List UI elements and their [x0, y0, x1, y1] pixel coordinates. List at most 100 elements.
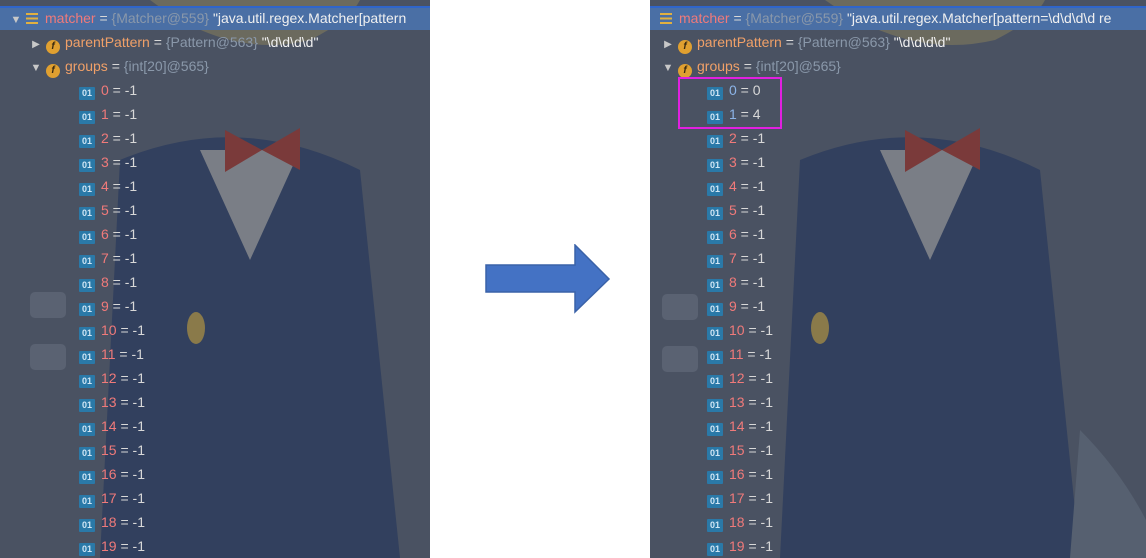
array-item-row[interactable]: 01 16 = -1 — [0, 462, 430, 486]
array-item-row[interactable]: 01 14 = -1 — [0, 414, 430, 438]
equals-sign: = — [736, 178, 753, 194]
array-item-row[interactable]: 01 8 = -1 — [0, 270, 430, 294]
equals-sign: = — [115, 346, 132, 362]
array-item-row[interactable]: 01 10 = -1 — [650, 318, 1146, 342]
int-01-icon: 01 — [79, 303, 95, 316]
variable-row-matcher[interactable]: ▼ matcher = {Matcher@559} "java.util.rege… — [0, 6, 430, 30]
int-01-icon: 01 — [79, 207, 95, 220]
array-item-row[interactable]: 01 0 = -1 — [0, 78, 430, 102]
array-value: -1 — [760, 514, 773, 530]
equals-sign: = — [744, 370, 761, 386]
equals-sign: = — [108, 106, 125, 122]
array-index: 17 — [101, 490, 117, 506]
field-f-icon: f — [678, 40, 692, 54]
equals-sign: = — [116, 394, 133, 410]
array-item-row[interactable]: 01 7 = -1 — [0, 246, 430, 270]
equals-sign: = — [736, 226, 753, 242]
array-value: -1 — [752, 226, 766, 242]
array-item-row[interactable]: 01 11 = -1 — [650, 342, 1146, 366]
int-01-icon: 01 — [79, 231, 95, 244]
array-item-row[interactable]: 01 9 = -1 — [0, 294, 430, 318]
array-index: 11 — [729, 346, 744, 362]
array-value: -1 — [124, 82, 138, 98]
array-item-row[interactable]: 01 3 = -1 — [0, 150, 430, 174]
array-item-row[interactable]: 01 4 = -1 — [0, 174, 430, 198]
array-item-row[interactable]: 01 12 = -1 — [650, 366, 1146, 390]
array-item-row[interactable]: 01 14 = -1 — [650, 414, 1146, 438]
equals-sign: = — [736, 274, 753, 290]
array-item-row[interactable]: 01 4 = -1 — [650, 174, 1146, 198]
array-value: -1 — [124, 226, 138, 242]
array-index: 3 — [101, 154, 109, 170]
debugger-variables-panel-after: matcher = {Matcher@559} "java.util.regex… — [650, 0, 1146, 558]
array-item-row[interactable]: 01 6 = -1 — [0, 222, 430, 246]
array-value: -1 — [752, 274, 766, 290]
array-item-row[interactable]: 01 17 = -1 — [650, 486, 1146, 510]
array-index: 4 — [101, 178, 109, 194]
array-value: -1 — [132, 490, 145, 506]
triangle-down-icon[interactable]: ▼ — [30, 56, 42, 80]
variable-row-matcher[interactable]: matcher = {Matcher@559} "java.util.regex… — [650, 6, 1146, 30]
array-value: -1 — [760, 370, 773, 386]
variable-row-groups[interactable]: ▼ f groups = {int[20]@565} — [650, 54, 1146, 78]
array-value: -1 — [132, 370, 145, 386]
equals-sign: = — [116, 490, 133, 506]
array-index: 6 — [729, 226, 737, 242]
array-item-row[interactable]: 01 15 = -1 — [650, 438, 1146, 462]
field-f-icon: f — [46, 64, 60, 78]
array-item-row[interactable]: 01 3 = -1 — [650, 150, 1146, 174]
array-item-row[interactable]: 01 5 = -1 — [650, 198, 1146, 222]
array-item-row[interactable]: 01 11 = -1 — [0, 342, 430, 366]
array-item-row[interactable]: 01 18 = -1 — [650, 510, 1146, 534]
array-item-row[interactable]: 01 2 = -1 — [0, 126, 430, 150]
equals-sign: = — [736, 202, 753, 218]
array-item-row[interactable]: 01 16 = -1 — [650, 462, 1146, 486]
array-item-row[interactable]: 01 13 = -1 — [0, 390, 430, 414]
array-item-row[interactable]: 01 19 = -1 — [0, 534, 430, 558]
equals-sign: = — [736, 154, 753, 170]
array-index: 11 — [101, 346, 116, 362]
int-01-icon: 01 — [707, 207, 723, 220]
array-item-row[interactable]: 01 6 = -1 — [650, 222, 1146, 246]
int-01-icon: 01 — [79, 351, 95, 364]
array-item-row[interactable]: 01 5 = -1 — [0, 198, 430, 222]
array-index: 17 — [729, 490, 745, 506]
array-item-row[interactable]: 01 19 = -1 — [650, 534, 1146, 558]
array-index: 10 — [101, 322, 117, 338]
variable-row-parentPattern[interactable]: ▶ f parentPattern = {Pattern@563} "\d\d\d\… — [650, 30, 1146, 54]
int-01-icon: 01 — [79, 495, 95, 508]
array-value: -1 — [760, 322, 773, 338]
array-value: -1 — [132, 394, 145, 410]
array-item-row[interactable]: 01 18 = -1 — [0, 510, 430, 534]
arrow-right-icon — [485, 244, 611, 314]
int-01-icon: 01 — [707, 495, 723, 508]
array-value: -1 — [760, 394, 773, 410]
array-item-row[interactable]: 01 13 = -1 — [650, 390, 1146, 414]
array-item-row[interactable]: 01 17 = -1 — [0, 486, 430, 510]
array-item-row[interactable]: 01 12 = -1 — [0, 366, 430, 390]
equals-sign: = — [108, 226, 125, 242]
array-item-row[interactable]: 01 1 = -1 — [0, 102, 430, 126]
field-f-icon: f — [46, 40, 60, 54]
array-item-row[interactable]: 01 2 = -1 — [650, 126, 1146, 150]
variable-row-parentPattern[interactable]: ▶ f parentPattern = {Pattern@563} "\d\d\d\… — [0, 30, 430, 54]
int-01-icon: 01 — [707, 471, 723, 484]
variables-tree: matcher = {Matcher@559} "java.util.regex… — [650, 0, 1146, 558]
variable-row-groups[interactable]: ▼ f groups = {int[20]@565} — [0, 54, 430, 78]
triangle-down-icon[interactable]: ▼ — [10, 8, 22, 32]
array-item-row[interactable]: 01 15 = -1 — [0, 438, 430, 462]
array-index: 2 — [729, 130, 737, 146]
array-index: 7 — [101, 250, 109, 266]
array-item-row[interactable]: 01 10 = -1 — [0, 318, 430, 342]
array-item-row[interactable]: 01 8 = -1 — [650, 270, 1146, 294]
int-01-icon: 01 — [707, 327, 723, 340]
array-value: -1 — [752, 178, 766, 194]
equals-sign: = — [108, 154, 125, 170]
array-index: 8 — [101, 274, 109, 290]
int-01-icon: 01 — [79, 543, 95, 556]
array-item-row[interactable]: 01 9 = -1 — [650, 294, 1146, 318]
equals-sign: = — [116, 538, 133, 554]
array-value: -1 — [752, 130, 766, 146]
array-item-row[interactable]: 01 7 = -1 — [650, 246, 1146, 270]
triangle-down-icon[interactable]: ▼ — [662, 56, 674, 80]
